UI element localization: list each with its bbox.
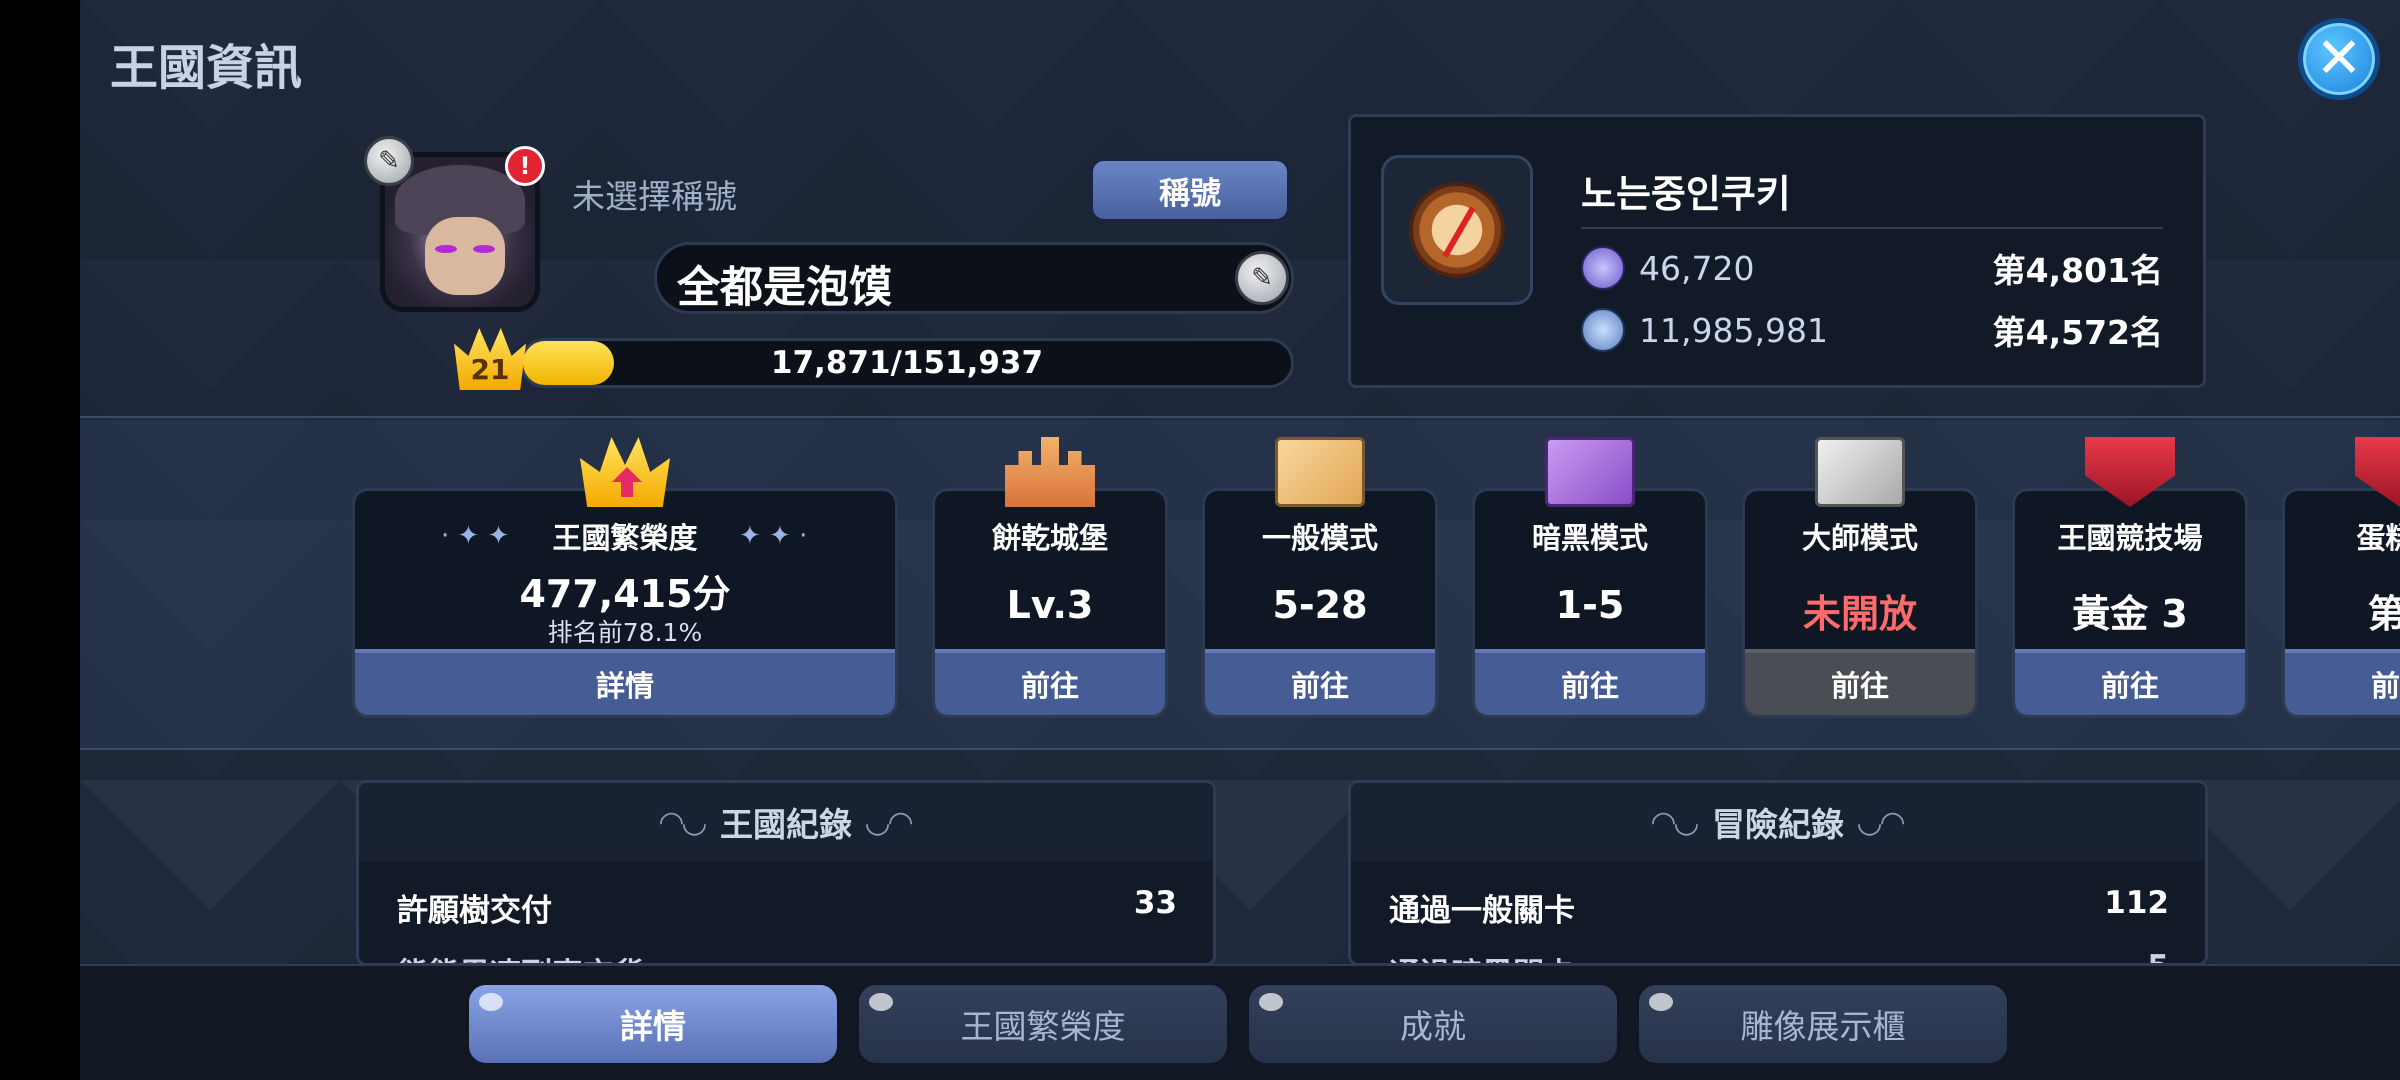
card-arena: 王國競技場 黃金 3 前往: [2012, 437, 2248, 718]
tab-label: 詳情: [620, 1007, 686, 1046]
master-map-icon: [1815, 437, 1905, 507]
goto-button-disabled[interactable]: 前往: [1745, 649, 1975, 715]
records-title: 王國紀錄: [720, 805, 852, 844]
goto-button[interactable]: 前往: [2015, 649, 2245, 715]
goto-button[interactable]: 前往: [1205, 649, 1435, 715]
page-title: 王國資訊: [110, 40, 303, 96]
map-icon: [1275, 437, 1365, 507]
tab-label: 成就: [1400, 1007, 1466, 1046]
card-cake-tower: 蛋糕塔 第0 前往: [2282, 437, 2400, 718]
title-button[interactable]: 稱號: [1090, 158, 1290, 222]
stat-rank: 第4,801名: [1992, 251, 2163, 290]
card-value: 5-28: [1272, 583, 1368, 627]
cookie-run-panel: 노는중인쿠키 46,720 第4,801名 11,985,981 第4,572名: [1348, 114, 2206, 388]
cookie-run-stat-row: 46,720 第4,801名: [1581, 243, 2163, 293]
card-dark-mode: 暗黑模式 1-5 前往: [1472, 437, 1708, 718]
record-row: 許願樹交付 33: [397, 885, 1177, 930]
avatar[interactable]: ✎ !: [364, 136, 545, 312]
adventure-records-panel: ◠◡ 冒險紀錄 ◡◠ 通過一般關卡 112 通過暗黑關卡 5: [1348, 780, 2208, 966]
tab-achievements[interactable]: 成就: [1246, 982, 1620, 1066]
kingdom-records-panel: ◠◡ 王國紀錄 ◡◠ 許願樹交付 33 熊熊果凍列車交貨: [356, 780, 1216, 966]
details-button[interactable]: 詳情: [355, 649, 895, 715]
swirl-icon: ◡◠: [866, 804, 913, 840]
close-button[interactable]: ✕: [2298, 18, 2380, 100]
tab-details[interactable]: 詳情: [466, 982, 840, 1066]
tab-statue-showcase[interactable]: 雕像展示櫃: [1636, 982, 2010, 1066]
cookie-run-name: 노는중인쿠키: [1581, 172, 1791, 216]
tab-label: 王國繁榮度: [960, 1007, 1126, 1046]
records-header: ◠◡ 冒險紀錄 ◡◠: [1351, 783, 2205, 861]
arena-shield-icon: [2085, 437, 2175, 507]
stat-rank: 第4,572名: [1992, 313, 2163, 352]
card-label: 大師模式: [1801, 521, 1918, 555]
cookie-run-stat-row: 11,985,981 第4,572名: [1581, 305, 2163, 355]
record-label: 許願樹交付: [397, 893, 552, 929]
dark-map-icon: [1545, 437, 1635, 507]
card-label: 王國繁榮度: [552, 521, 698, 555]
record-row: 通過一般關卡 112: [1389, 885, 2169, 930]
card-value: 第0: [2367, 592, 2400, 636]
card-label: 一般模式: [1261, 521, 1378, 555]
card-value: 黃金 3: [2072, 592, 2188, 636]
cake-tower-icon: [2355, 437, 2400, 507]
card-label: 暗黑模式: [1531, 521, 1648, 555]
card-prosperity: · ✦ ✦ ✦ ✦ · 王國繁榮度 477,415分 排名前78.1% 詳情: [352, 437, 898, 718]
swirl-icon: ◡◠: [1858, 804, 1905, 840]
kingdom-name-field: 全都是泡馍 ✎: [654, 242, 1294, 314]
card-value: 1-5: [1555, 583, 1625, 627]
score-icon: [1581, 308, 1625, 352]
close-icon: ✕: [2315, 26, 2363, 91]
card-normal-mode: 一般模式 5-28 前往: [1202, 437, 1438, 718]
card-label: 蛋糕塔: [2356, 521, 2400, 555]
record-value: 33: [1133, 885, 1177, 921]
goto-button[interactable]: 前往: [2285, 649, 2400, 715]
tab-label: 雕像展示櫃: [1740, 1007, 1906, 1046]
compass-icon: [1409, 182, 1505, 278]
tab-prosperity[interactable]: 王國繁榮度: [856, 982, 1230, 1066]
kingdom-info-screen: 王國資訊 ✕ ✎ ! 未選擇稱號 稱號 全都是泡馍 ✎ 17,871/151,9…: [80, 0, 2400, 1080]
card-castle: 餅乾城堡 Lv.3 前往: [932, 437, 1168, 718]
card-label: 王國競技場: [2057, 521, 2203, 555]
card-sub: 排名前78.1%: [547, 618, 703, 647]
card-label: 餅乾城堡: [991, 521, 1108, 555]
record-label: 通過一般關卡: [1389, 893, 1575, 929]
card-value: 未開放: [1802, 592, 1917, 636]
card-master-mode: 大師模式 未開放 前往: [1742, 437, 1978, 718]
swirl-icon: ◠◡: [659, 804, 706, 840]
goto-button[interactable]: 前往: [1475, 649, 1705, 715]
edit-name-icon[interactable]: ✎: [1235, 251, 1289, 305]
selected-title-label: 未選擇稱號: [572, 177, 737, 216]
exp-text: 17,871/151,937: [770, 345, 1044, 381]
swirl-icon: ◠◡: [1651, 804, 1698, 840]
record-value: 112: [2104, 885, 2169, 921]
goto-button[interactable]: 前往: [935, 649, 1165, 715]
card-value: Lv.3: [1006, 583, 1094, 627]
trophy-icon: [1581, 246, 1625, 290]
level-number: 21: [470, 353, 510, 386]
card-value: 477,415分: [519, 572, 731, 616]
exp-bar: 17,871/151,937: [520, 338, 1294, 388]
alert-icon: !: [505, 146, 545, 186]
edit-avatar-icon[interactable]: ✎: [364, 136, 414, 186]
records-title: 冒險紀錄: [1712, 805, 1844, 844]
cookie-run-emblem: [1381, 155, 1533, 305]
records-header: ◠◡ 王國紀錄 ◡◠: [359, 783, 1213, 861]
bottom-tab-bar: 詳情 王國繁榮度 成就 雕像展示櫃: [80, 964, 2400, 1080]
stat-value: 46,720: [1639, 248, 1755, 288]
kingdom-name: 全都是泡馍: [677, 263, 892, 313]
stat-value: 11,985,981: [1639, 310, 1828, 350]
